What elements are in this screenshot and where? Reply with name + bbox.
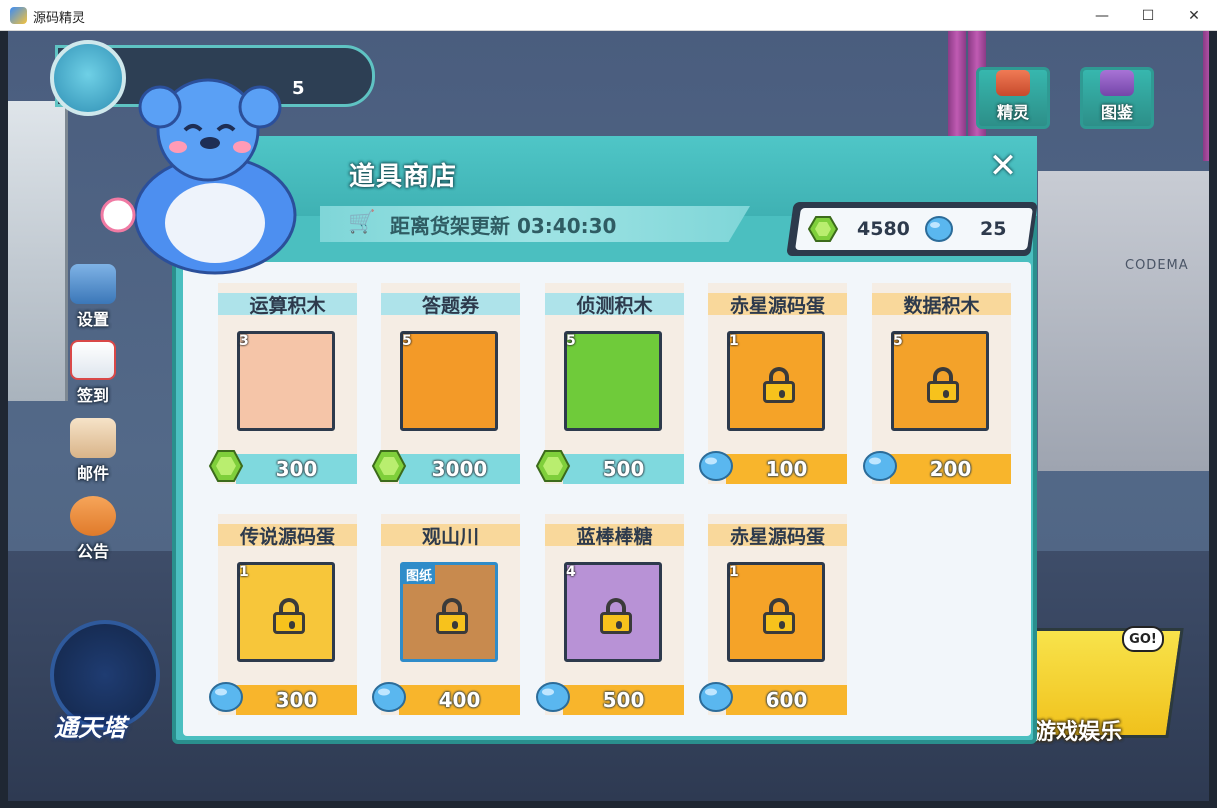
cart-icon: 🛒 (348, 210, 376, 235)
item-price: 500 (602, 457, 645, 481)
collection-button[interactable]: 图鉴 (1080, 67, 1154, 129)
minimize-button[interactable]: — (1079, 0, 1125, 31)
go-badge: GO! (1122, 626, 1164, 652)
background-pillar (1203, 31, 1209, 161)
item-name: 传说源码蛋 (239, 526, 335, 548)
item-price: 400 (438, 688, 481, 712)
shop-item[interactable]: 蓝棒棒糖 4 500 (536, 514, 684, 715)
shop-title: 道具商店 (349, 162, 458, 192)
item-qty: 1 (729, 564, 739, 580)
shop-item[interactable]: 传说源码蛋 1 300 (209, 514, 357, 715)
calendar-icon (70, 340, 116, 380)
item-card (237, 331, 335, 431)
item-card (237, 562, 335, 662)
shop-item[interactable]: 观山川 图纸 400 (372, 514, 520, 715)
book-icon (1100, 70, 1134, 96)
item-name: 侦测积木 (576, 295, 653, 317)
window-titlebar: 源码精灵 — ☐ ✕ (0, 0, 1217, 31)
maximize-button[interactable]: ☐ (1125, 0, 1171, 31)
close-window-button[interactable]: ✕ (1171, 0, 1217, 31)
refresh-countdown: 距离货架更新 03:40:30 (390, 214, 617, 238)
sidebar-item-label: 签到 (76, 386, 109, 405)
sidebar-item-label: 公告 (76, 542, 109, 561)
window-title: 源码精灵 (33, 11, 86, 26)
item-card (727, 562, 825, 662)
item-card (564, 562, 662, 662)
shop-item[interactable]: 赤星源码蛋 1 600 (699, 514, 847, 715)
shop-item[interactable]: 运算积木 3 300 (208, 283, 357, 484)
item-name: 数据积木 (903, 295, 980, 317)
background-shelf (8, 101, 68, 401)
megaphone-icon (70, 496, 116, 536)
item-card (727, 331, 825, 431)
sidebar-item-label: 设置 (76, 310, 109, 329)
spirit-button-label: 精灵 (996, 103, 1029, 122)
lock-icon (436, 598, 468, 634)
blue-coin-icon (924, 215, 954, 243)
item-name: 蓝棒棒糖 (576, 526, 653, 548)
gem-icon (807, 215, 839, 243)
item-qty: 5 (566, 333, 576, 349)
blueprint-tag: 图纸 (403, 565, 436, 584)
background-wall (1038, 171, 1209, 471)
blue-coin-count: 25 (980, 218, 1007, 240)
item-price: 500 (602, 688, 645, 712)
app-icon (10, 7, 27, 24)
gem-count: 4580 (857, 218, 910, 240)
item-price: 300 (275, 688, 318, 712)
sidebar-item-mail[interactable]: 邮件 (61, 418, 125, 484)
item-price: 100 (765, 457, 808, 481)
sidebar-item-announcement[interactable]: 公告 (61, 496, 125, 562)
sidebar-item-signin[interactable]: 签到 (61, 340, 125, 406)
close-shop-button[interactable]: ✕ (982, 146, 1024, 186)
spirit-icon (996, 70, 1030, 96)
shop-item[interactable]: 赤星源码蛋 1 100 (699, 283, 847, 484)
item-qty: 3 (239, 333, 249, 349)
item-qty: 4 (566, 564, 576, 580)
shop-item[interactable]: 数据积木 5 200 (863, 283, 1011, 484)
lock-icon (273, 598, 305, 634)
item-name: 答题券 (421, 295, 479, 317)
item-price: 300 (275, 457, 318, 481)
item-name: 赤星源码蛋 (729, 526, 825, 548)
tower-label: 通天塔 (54, 714, 126, 742)
item-name: 运算积木 (249, 295, 326, 317)
collection-button-label: 图鉴 (1100, 103, 1133, 122)
spirit-button[interactable]: 精灵 (976, 67, 1050, 129)
item-qty: 1 (239, 564, 249, 580)
lock-icon (927, 367, 959, 403)
tower-button[interactable]: 通天塔 (42, 590, 168, 750)
item-price: 200 (929, 457, 972, 481)
item-price: 3000 (431, 457, 488, 481)
item-card (891, 331, 989, 431)
item-price: 600 (765, 688, 808, 712)
lock-icon (600, 598, 632, 634)
mascot-character (100, 75, 320, 275)
item-qty: 5 (402, 333, 412, 349)
item-name: 观山川 (421, 526, 479, 548)
item-qty: 1 (729, 333, 739, 349)
shop-item[interactable]: 侦测积木 5 500 (535, 283, 684, 484)
mail-icon (70, 418, 116, 458)
brand-wall-text: CODEMA (1125, 258, 1189, 273)
entertainment-label: 游戏娱乐 (1034, 720, 1123, 745)
shop-item[interactable]: 答题券 5 3000 (371, 283, 520, 484)
sidebar-item-label: 邮件 (76, 464, 109, 483)
lock-icon (763, 598, 795, 634)
lock-icon (763, 367, 795, 403)
item-card (400, 331, 498, 431)
item-name: 赤星源码蛋 (729, 295, 825, 317)
item-card (564, 331, 662, 431)
item-qty: 5 (893, 333, 903, 349)
